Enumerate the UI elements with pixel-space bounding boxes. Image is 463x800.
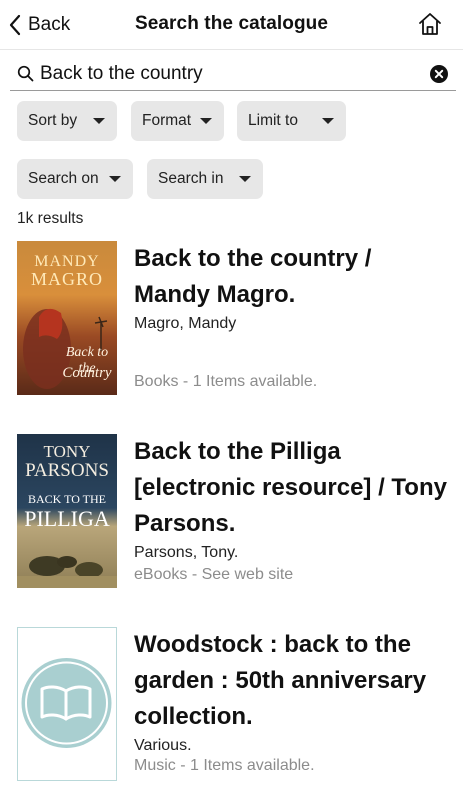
result-author: Various. bbox=[134, 737, 192, 754]
result-availability: Music - 1 Items available. bbox=[134, 757, 315, 774]
caret-down-icon bbox=[200, 118, 212, 124]
cover-title-line2: Country bbox=[62, 365, 112, 381]
search-on-label: Search on bbox=[28, 170, 99, 187]
app-header: Back Search the catalogue bbox=[0, 0, 463, 50]
result-author: Magro, Mandy bbox=[134, 315, 237, 332]
page-title: Search the catalogue bbox=[134, 13, 329, 34]
result-author: Parsons, Tony. bbox=[134, 544, 239, 561]
caret-down-icon bbox=[109, 176, 121, 182]
result-item[interactable]: TONY PARSONS BACK TO THE PILLIGA Back to… bbox=[17, 434, 457, 588]
search-in-dropdown[interactable]: Search in bbox=[147, 159, 263, 199]
search-icon bbox=[17, 65, 34, 82]
result-info: Woodstock : back to the garden : 50th an… bbox=[134, 627, 454, 774]
result-availability: Books - 1 Items available. bbox=[134, 373, 318, 390]
result-info: Back to the Pilliga [electronic resource… bbox=[134, 434, 454, 583]
placeholder-cover bbox=[17, 627, 117, 781]
clear-icon[interactable] bbox=[430, 65, 448, 83]
results-count: 1k results bbox=[17, 210, 84, 227]
result-title[interactable]: Back to the Pilliga [electronic resource… bbox=[134, 434, 454, 542]
result-title[interactable]: Back to the country / Mandy Magro. bbox=[134, 241, 454, 313]
search-bar bbox=[10, 57, 456, 91]
result-item[interactable]: MANDY MAGRO Back to the Country Back to … bbox=[17, 241, 457, 395]
limit-to-label: Limit to bbox=[248, 112, 298, 129]
result-availability: eBooks - See web site bbox=[134, 566, 294, 583]
caret-down-icon bbox=[322, 118, 334, 124]
cover-author-last: PARSONS bbox=[25, 460, 109, 481]
open-book-icon bbox=[40, 685, 92, 721]
result-title[interactable]: Woodstock : back to the garden : 50th an… bbox=[134, 627, 454, 735]
limit-to-dropdown[interactable]: Limit to bbox=[237, 101, 346, 141]
search-in-label: Search in bbox=[158, 170, 224, 187]
caret-down-icon bbox=[239, 176, 251, 182]
book-cover: TONY PARSONS BACK TO THE PILLIGA bbox=[17, 434, 117, 588]
cover-author-first: TONY bbox=[43, 442, 91, 461]
search-on-dropdown[interactable]: Search on bbox=[17, 159, 133, 199]
cover-title-line1: BACK TO THE bbox=[27, 492, 106, 506]
result-info: Back to the country / Mandy Magro. Magro… bbox=[134, 241, 454, 390]
format-label: Format bbox=[142, 112, 192, 129]
cover-title-line2: PILLIGA bbox=[24, 506, 110, 531]
cover-author-last: MAGRO bbox=[30, 269, 103, 289]
sort-by-label: Sort by bbox=[28, 112, 78, 129]
home-icon[interactable] bbox=[417, 11, 443, 37]
search-input[interactable] bbox=[40, 59, 420, 89]
caret-down-icon bbox=[93, 118, 105, 124]
sort-by-dropdown[interactable]: Sort by bbox=[17, 101, 117, 141]
book-cover: MANDY MAGRO Back to the Country bbox=[17, 241, 117, 395]
result-item[interactable]: Woodstock : back to the garden : 50th an… bbox=[17, 627, 457, 781]
format-dropdown[interactable]: Format bbox=[131, 101, 224, 141]
